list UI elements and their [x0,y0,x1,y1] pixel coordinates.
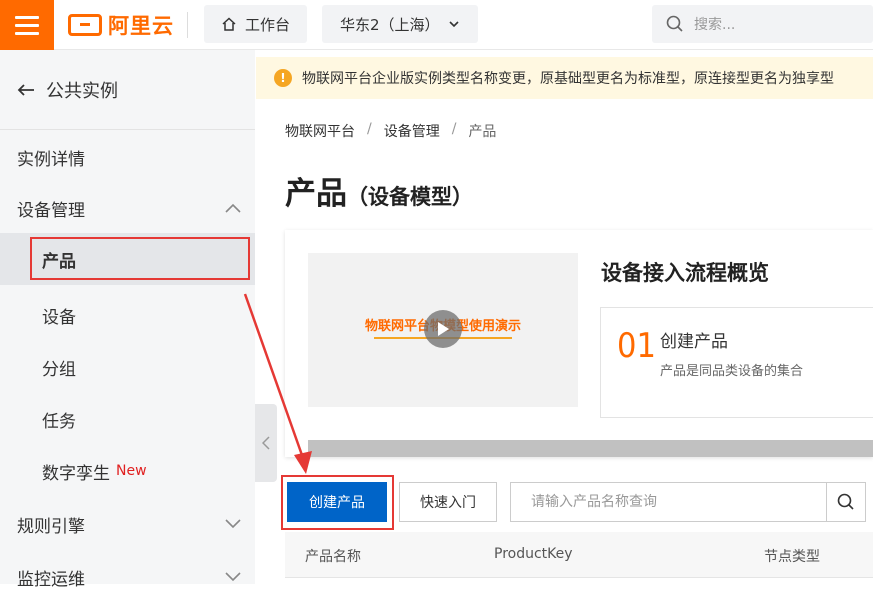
sidebar-item-rule-engine[interactable]: 规则引擎 [0,500,255,548]
breadcrumb-device-management[interactable]: 设备管理 [384,121,440,141]
step-number: 01 [617,326,656,366]
video-thumbnail[interactable]: 物联网平台物模型使用演示 [308,253,578,407]
warning-icon: ! [274,69,292,87]
workbench-button[interactable]: 工作台 [204,5,307,43]
home-icon [222,17,236,31]
search-button[interactable] [827,483,865,521]
column-header-productkey: ProductKey [494,546,573,562]
step-description: 产品是同品类设备的集合 [660,364,804,379]
chevron-down-icon [225,519,241,529]
arrow-left-icon [17,83,34,96]
sidebar-item-task[interactable]: 任务 [0,393,255,445]
product-search-input[interactable] [511,483,826,521]
sidebar-item-device[interactable]: 设备 [0,289,255,341]
new-badge: New [116,463,147,479]
product-search [510,482,866,522]
chevron-down-icon [225,572,241,582]
breadcrumb-separator: / [367,121,372,137]
breadcrumb-separator: / [451,121,457,137]
breadcrumb-iot-platform[interactable]: 物联网平台 [285,121,355,141]
sidebar-collapse-button[interactable] [255,404,277,482]
divider [187,12,188,38]
page-subtitle: （设备模型） [347,185,473,209]
chevron-up-icon [225,203,241,213]
play-icon[interactable] [424,310,462,348]
column-header-node-type: 节点类型 [764,549,820,565]
sidebar-item-device-management[interactable]: 设备管理 [0,184,255,232]
highlight-box-product [30,237,250,280]
step-card-create-product[interactable]: 01 创建产品 产品是同品类设备的集合 [600,307,873,418]
breadcrumb: 物联网平台 / 设备管理 / 产品 [285,121,496,141]
search-icon [666,15,683,32]
table-header: 产品名称 ProductKey 节点类型 [285,532,873,578]
notice-banner: ! 物联网平台企业版实例类型名称变更，原基础型更名为标准型，原连接型更名为独享型 [256,57,873,99]
horizontal-scrollbar[interactable] [308,440,873,457]
column-header-product-name: 产品名称 [305,549,361,565]
sidebar-item-monitoring[interactable]: 监控运维 [0,553,255,601]
highlight-box-create-button [281,475,394,530]
overview-title: 设备接入流程概览 [601,261,769,285]
top-bar: 阿里云 工作台 华东2（上海） 搜索... [0,0,873,50]
logo-mark-icon [68,14,102,36]
chevron-down-icon [449,21,459,28]
global-search-input[interactable]: 搜索... [652,5,873,43]
quick-start-button[interactable]: 快速入门 [399,482,497,522]
sidebar-item-digital-twin[interactable]: 数字孪生 New [0,445,255,497]
region-select[interactable]: 华东2（上海） [322,5,478,43]
chevron-left-icon [262,436,270,450]
search-icon [837,493,854,510]
page-title: 产品（设备模型） [285,176,473,212]
menu-icon[interactable] [0,0,54,50]
step-name: 创建产品 [660,332,728,352]
breadcrumb-current: 产品 [468,124,497,140]
sidebar-item-instance-detail[interactable]: 实例详情 [0,133,255,181]
sidebar: 公共实例 实例详情 设备管理 产品 设备 分组 任务 数字孪生 New 规则引擎… [0,50,255,590]
aliyun-logo[interactable]: 阿里云 [68,10,174,40]
back-to-instances[interactable]: 公共实例 [0,50,255,130]
sidebar-item-group[interactable]: 分组 [0,341,255,393]
